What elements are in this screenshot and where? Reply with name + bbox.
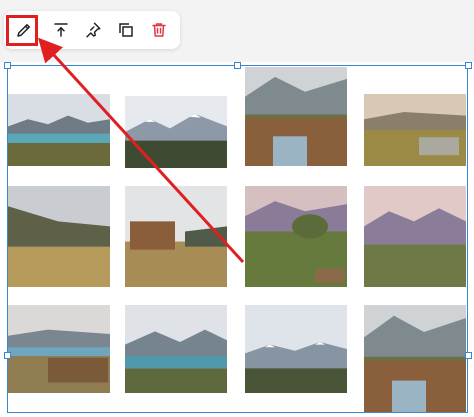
photo-golden-valley-steps [364, 94, 466, 166]
gallery-image-lake-mountains[interactable] [8, 94, 110, 166]
photo-wooden-cabin-mountain [245, 67, 347, 166]
resize-handle-middle-left[interactable] [4, 352, 11, 359]
photo-purple-mountains-bush [245, 186, 347, 287]
photo-lake-and-mountains [125, 305, 227, 393]
pin-button[interactable] [81, 18, 105, 42]
photo-grassy-hillside [8, 186, 110, 287]
resize-handle-top-center[interactable] [234, 62, 241, 69]
resize-handle-middle-right[interactable] [465, 352, 472, 359]
resize-handle-top-right[interactable] [465, 62, 472, 69]
gallery-image-golden-valley-steps[interactable] [364, 94, 466, 166]
photo-purple-mountains-field [364, 186, 466, 287]
gallery-image-purple-mountains-bush[interactable] [245, 186, 347, 287]
gallery-image-wooden-cabin-mountain[interactable] [245, 67, 347, 166]
gallery-image-snowy-peaks-hills[interactable] [125, 96, 227, 168]
gallery-image-snowy-range-meadow[interactable] [245, 305, 347, 393]
delete-button[interactable] [147, 18, 171, 42]
photo-cabin-by-lake [8, 305, 110, 393]
gallery-image-purple-mountains-field[interactable] [364, 186, 466, 287]
gallery-image-cabin-in-grass[interactable] [125, 186, 227, 287]
gallery-image-cabin-mountain-vista[interactable] [364, 305, 466, 413]
pin-icon [86, 22, 101, 38]
photo-snowy-peaks-hills [125, 96, 227, 168]
photo-cabin-mountain-vista [364, 305, 466, 413]
photo-lake-mountains [8, 94, 110, 166]
photo-cabin-in-grass [125, 186, 227, 287]
move-to-top-button[interactable] [49, 18, 73, 42]
gallery-image-cabin-by-lake[interactable] [8, 305, 110, 393]
gallery-image-grassy-hillside[interactable] [8, 186, 110, 287]
annotation-highlight-box [6, 15, 38, 46]
photo-snowy-range-meadow [245, 305, 347, 393]
align-top-icon [54, 23, 68, 37]
resize-handle-top-left[interactable] [4, 62, 11, 69]
gallery-image-lake-and-mountains[interactable] [125, 305, 227, 393]
trash-icon [152, 23, 166, 37]
copy-icon [119, 23, 133, 37]
duplicate-button[interactable] [114, 18, 138, 42]
